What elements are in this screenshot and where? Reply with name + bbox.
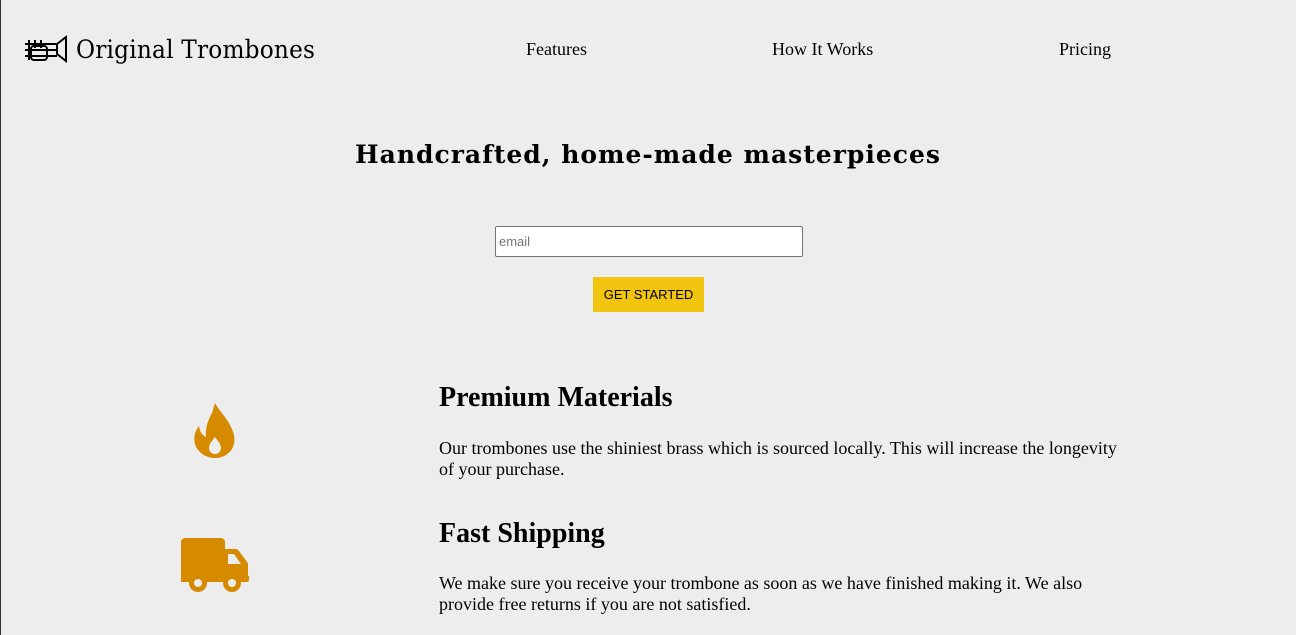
brand-name: Original Trombones [76, 34, 316, 64]
logo[interactable]: Original Trombones [23, 33, 333, 65]
window-edge [0, 0, 1, 635]
email-input[interactable] [495, 226, 803, 257]
get-started-button[interactable]: GET STARTED [593, 277, 704, 312]
truck-icon [181, 538, 249, 592]
feature-heading: Premium Materials [439, 382, 673, 413]
fire-icon [194, 403, 235, 458]
nav-link-how-it-works[interactable]: How It Works [772, 39, 873, 60]
feature-heading: Fast Shipping [439, 518, 605, 549]
feature-description: Our trombones use the shiniest brass whi… [439, 438, 1117, 479]
hero-title: Handcrafted, home-made masterpieces [355, 140, 941, 169]
nav-link-features[interactable]: Features [526, 39, 587, 60]
feature-description: We make sure you receive your trombone a… [439, 573, 1083, 614]
nav-link-pricing[interactable]: Pricing [1059, 39, 1111, 60]
trombone-icon [25, 34, 67, 64]
